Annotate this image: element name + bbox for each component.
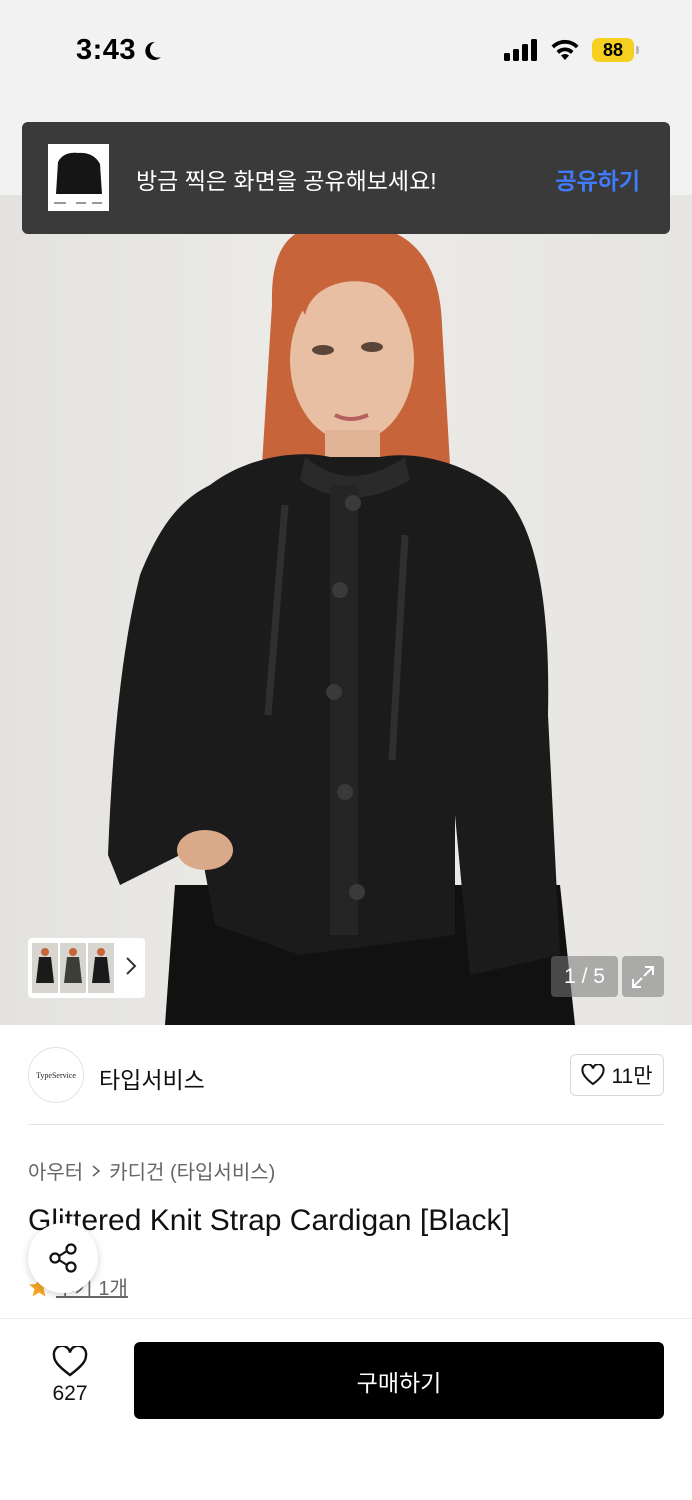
toast-thumbnail <box>48 144 109 211</box>
chevron-right-icon <box>126 957 137 975</box>
toast-message: 방금 찍은 화면을 공유해보세요! <box>136 168 437 194</box>
moon-icon <box>145 41 162 60</box>
wishlist-count: 627 <box>52 1382 88 1405</box>
share-button[interactable] <box>28 1223 98 1293</box>
heart-icon <box>581 1064 605 1086</box>
expand-icon <box>632 965 654 988</box>
wishlist-button[interactable]: 627 <box>40 1346 100 1406</box>
model-photo <box>108 224 575 1025</box>
breadcrumb: 아우터 카디건 (타입서비스) <box>28 1156 275 1185</box>
divider <box>28 1124 664 1125</box>
heart-icon <box>52 1346 88 1377</box>
gallery-counter: 1 / 5 <box>551 956 618 997</box>
status-time: 3:43 <box>76 34 164 67</box>
wifi-icon <box>551 39 579 60</box>
status-icons: 88 <box>504 38 639 62</box>
chevron-right-icon <box>92 1164 101 1177</box>
gallery-thumbnail[interactable] <box>88 943 114 993</box>
signal-icon <box>504 39 537 61</box>
breadcrumb-level2[interactable]: 카디건 (타입서비스) <box>109 1156 275 1185</box>
product-title: Glittered Knit Strap Cardigan [Black] <box>28 1204 510 1237</box>
buy-button[interactable]: 구매하기 <box>134 1342 664 1419</box>
share-icon <box>49 1243 77 1273</box>
expand-button[interactable] <box>622 956 664 997</box>
time-text: 3:43 <box>76 34 137 66</box>
brand-logo-text: TypeService <box>36 1070 76 1080</box>
gallery-thumbnail[interactable] <box>32 943 58 993</box>
toast-share-button[interactable]: 공유하기 <box>555 162 640 196</box>
brand-like-button[interactable]: 11만 <box>570 1054 664 1096</box>
brand-name[interactable]: 타입서비스 <box>99 1061 205 1095</box>
product-image[interactable] <box>0 195 692 1025</box>
share-screenshot-toast: 방금 찍은 화면을 공유해보세요! 공유하기 <box>22 122 670 234</box>
brand-like-count: 11만 <box>611 1065 653 1088</box>
brand-logo[interactable]: TypeService <box>28 1047 84 1103</box>
gallery-thumbnail[interactable] <box>60 943 86 993</box>
battery-indicator: 88 <box>592 38 639 62</box>
breadcrumb-level1[interactable]: 아우터 <box>28 1156 83 1185</box>
gallery-thumbnail-strip[interactable] <box>28 938 145 998</box>
